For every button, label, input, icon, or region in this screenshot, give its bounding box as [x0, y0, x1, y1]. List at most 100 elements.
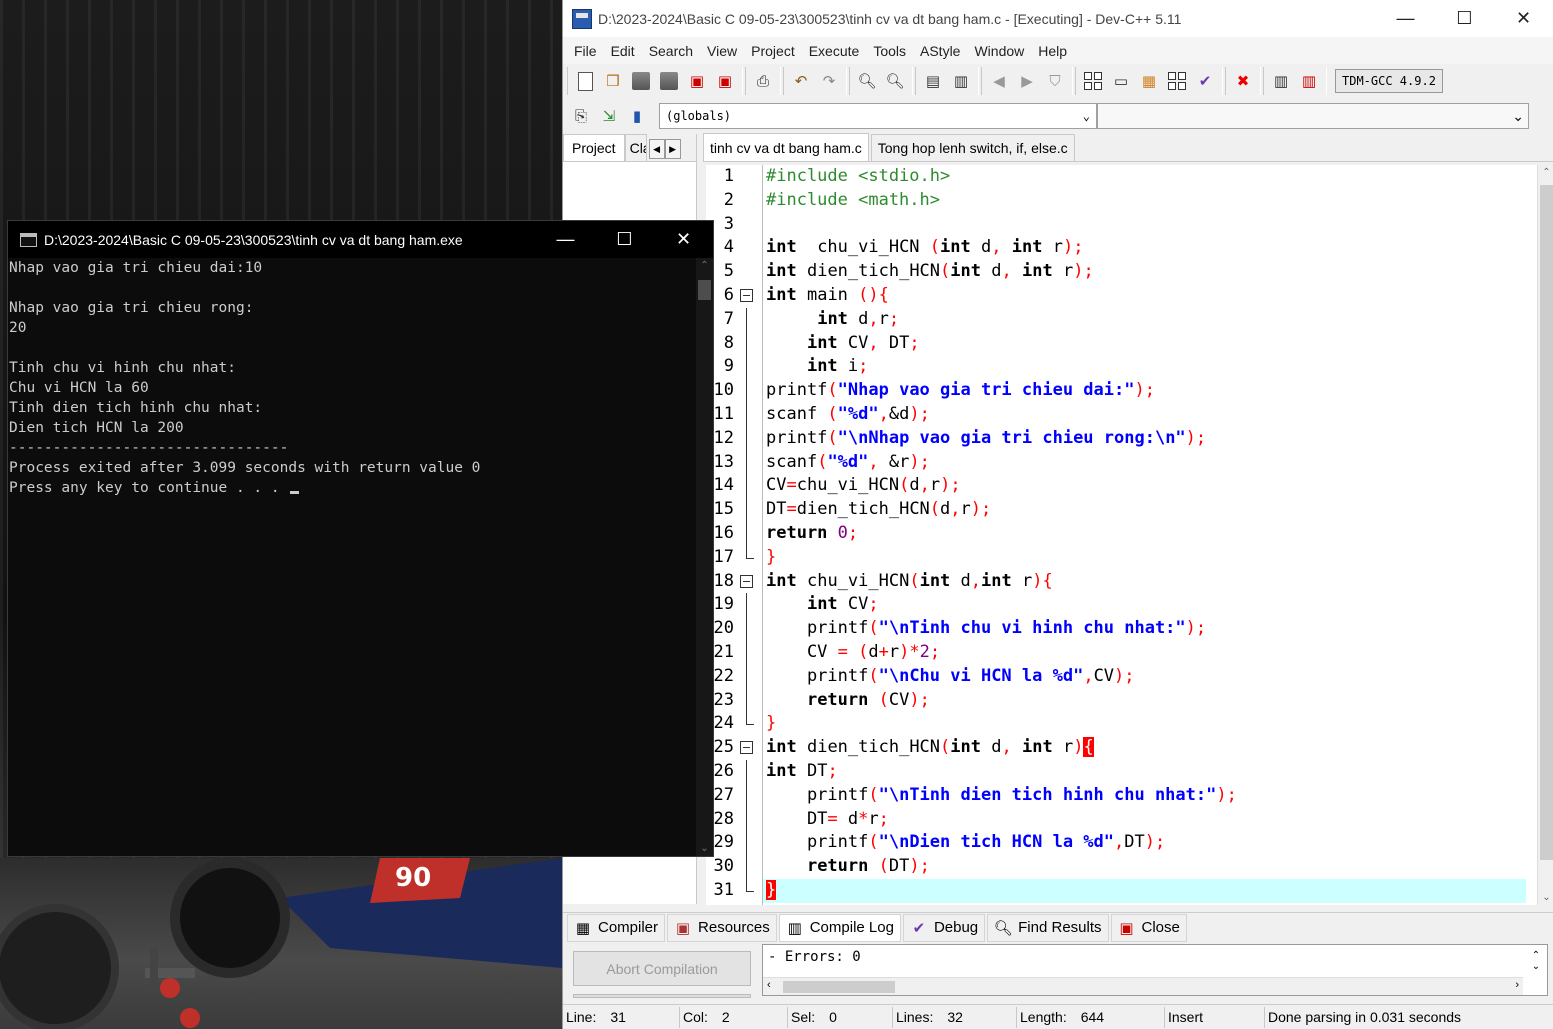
- editor-vertical-scrollbar[interactable]: ⌃ ⌄: [1537, 165, 1553, 905]
- tab-resources[interactable]: ▣ Resources: [667, 913, 777, 942]
- maximize-button[interactable]: ☐: [1435, 0, 1494, 37]
- print-icon[interactable]: ⎙: [752, 70, 774, 92]
- console-close-button[interactable]: ✕: [654, 221, 713, 258]
- tab-project[interactable]: Project: [563, 134, 625, 161]
- code-token: (: [878, 689, 889, 710]
- tab-compiler[interactable]: ▦ Compiler: [567, 913, 666, 942]
- code-token: ;: [878, 808, 889, 829]
- close-all-icon[interactable]: ▣: [714, 70, 736, 92]
- save-all-icon[interactable]: [658, 70, 680, 92]
- code-token: (: [929, 237, 941, 258]
- menu-astyle[interactable]: AStyle: [913, 43, 967, 59]
- abort-compilation-button[interactable]: Abort Compilation: [573, 951, 751, 986]
- syntax-check-icon[interactable]: ✔: [1194, 70, 1216, 92]
- delete-profile-icon[interactable]: ▥: [1298, 70, 1320, 92]
- code-text: return 0;: [763, 522, 1526, 546]
- log-vertical-scrollbar[interactable]: ⌃ ⌄: [1525, 945, 1547, 977]
- status-length-value: 644: [1080, 1008, 1105, 1025]
- tab-scroll-left-icon[interactable]: ◀: [648, 139, 665, 159]
- menu-view[interactable]: View: [700, 43, 744, 59]
- menu-file[interactable]: File: [567, 43, 604, 59]
- menu-bar: File Edit Search View Project Execute Tools ASt…: [563, 37, 1553, 64]
- fold-toggle-icon[interactable]: [740, 741, 753, 755]
- code-token: d: [868, 641, 879, 662]
- undo-icon[interactable]: ↶: [790, 70, 812, 92]
- menu-execute[interactable]: Execute: [802, 43, 867, 59]
- editor-scroll-thumb[interactable]: [1540, 185, 1553, 860]
- tab-scroll-right-icon[interactable]: ▶: [664, 139, 681, 159]
- scroll-left-icon[interactable]: ‹: [767, 979, 771, 991]
- function-dropdown[interactable]: ⌄: [1097, 103, 1529, 129]
- compiler-select[interactable]: TDM-GCC 4.9.2: [1335, 69, 1443, 93]
- chevron-down-icon[interactable]: ⌄: [1532, 961, 1540, 972]
- chevron-up-icon[interactable]: ⌃: [696, 260, 713, 271]
- toggle-bookmark-icon[interactable]: ⛉: [1044, 70, 1066, 92]
- menu-edit[interactable]: Edit: [604, 43, 642, 59]
- code-editor[interactable]: 1 #include <stdio.h> 2 #include <math.h> 3 4 i…: [706, 165, 1553, 905]
- scroll-up-icon[interactable]: ⌃: [1538, 167, 1553, 178]
- scroll-right-icon[interactable]: ›: [1515, 979, 1519, 991]
- close-file-icon[interactable]: ▣: [686, 70, 708, 92]
- menu-help[interactable]: Help: [1031, 43, 1074, 59]
- code-line: 31}: [706, 878, 1526, 903]
- goto-icon[interactable]: ⇲: [598, 105, 620, 127]
- fold-guide: [746, 783, 747, 808]
- close-window-button[interactable]: ✕: [1494, 0, 1553, 37]
- console-line: Dien tich HCN la 200: [9, 418, 696, 438]
- code-token: {: [1083, 737, 1094, 758]
- bookmark-icon[interactable]: ▮: [626, 105, 648, 127]
- tab-debug[interactable]: ✔ Debug: [902, 913, 986, 942]
- console-scroll-thumb[interactable]: [698, 280, 711, 300]
- open-file-icon[interactable]: ❒: [602, 70, 624, 92]
- main-toolbar: ❒ ▣ ▣ ⎙ ↶ ↷ 🔍︎ 🔍︎ ▤ ▥ ◀ ▶ ⛉ ▭ ▦ ✔ ✖ ▥ ▥ …: [563, 64, 1553, 98]
- unindent-icon[interactable]: ▥: [950, 70, 972, 92]
- compile-icon[interactable]: [1082, 70, 1104, 92]
- chevron-up-icon[interactable]: ⌃: [1532, 950, 1540, 961]
- minimize-button[interactable]: —: [1376, 0, 1435, 37]
- rebuild-all-icon[interactable]: [1166, 70, 1188, 92]
- console-output[interactable]: Nhap vao gia tri chieu dai:10 Nhap vao gi…: [8, 258, 696, 856]
- menu-window[interactable]: Window: [967, 43, 1031, 59]
- insert-icon[interactable]: ⎘: [570, 105, 592, 127]
- save-icon[interactable]: [630, 70, 652, 92]
- compile-run-icon[interactable]: ▦: [1138, 70, 1160, 92]
- tab-classes[interactable]: Cla: [624, 134, 647, 161]
- new-file-icon[interactable]: [574, 70, 596, 92]
- console-maximize-button[interactable]: ☐: [595, 221, 654, 258]
- compile-log[interactable]: - Errors: 0 ‹ › ⌃ ⌄: [762, 944, 1548, 996]
- code-token: printf: [766, 380, 828, 401]
- find-icon[interactable]: 🔍︎: [856, 70, 878, 92]
- scroll-down-icon[interactable]: ⌄: [1538, 892, 1553, 903]
- replace-icon[interactable]: 🔍︎: [884, 70, 906, 92]
- tab-find-results[interactable]: 🔍︎ Find Results: [987, 913, 1109, 942]
- console-minimize-button[interactable]: —: [536, 221, 595, 258]
- menu-search[interactable]: Search: [642, 43, 700, 59]
- scope-dropdown[interactable]: (globals) ⌄: [659, 103, 1097, 129]
- log-scroll-thumb[interactable]: [783, 981, 895, 993]
- fold-toggle-icon[interactable]: [740, 574, 753, 588]
- menu-project[interactable]: Project: [744, 43, 802, 59]
- editor-tab-active[interactable]: tinh cv va dt bang ham.c: [703, 133, 869, 161]
- fold-toggle-icon[interactable]: [740, 288, 753, 302]
- code-text: int d,r;: [763, 308, 1526, 332]
- console-line-text: Press any key to continue . . .: [9, 480, 289, 496]
- code-text: int DT;: [763, 760, 1526, 784]
- editor-tab-switch[interactable]: Tong hop lenh switch, if, else.c: [870, 134, 1075, 161]
- log-horizontal-scrollbar[interactable]: ‹ ›: [763, 977, 1523, 995]
- stop-execution-icon[interactable]: ✖: [1232, 70, 1254, 92]
- tab-compile-log[interactable]: ▥ Compile Log: [778, 913, 901, 942]
- bookmark-next-icon[interactable]: ▶: [1016, 70, 1038, 92]
- scope-value: (globals): [666, 109, 732, 123]
- console-vertical-scrollbar[interactable]: ⌃ ⌄: [696, 258, 713, 856]
- profile-icon[interactable]: ▥: [1270, 70, 1292, 92]
- redo-icon[interactable]: ↷: [818, 70, 840, 92]
- indent-icon[interactable]: ▤: [922, 70, 944, 92]
- menu-tools[interactable]: Tools: [866, 43, 913, 59]
- bookmark-prev-icon[interactable]: ◀: [988, 70, 1010, 92]
- chevron-down-icon[interactable]: ⌄: [696, 843, 713, 854]
- tab-close[interactable]: ▣ Close: [1110, 913, 1187, 942]
- motorcycle-wallpaper-image: 90: [0, 858, 562, 1029]
- run-icon[interactable]: ▭: [1110, 70, 1132, 92]
- code-token: DT: [888, 856, 910, 877]
